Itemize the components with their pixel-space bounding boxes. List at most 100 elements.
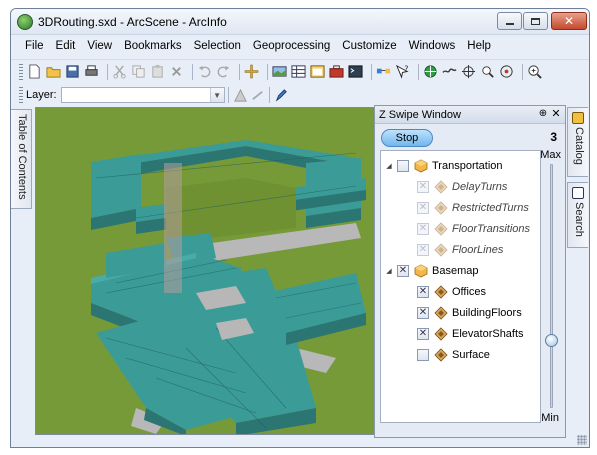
tree-group-row[interactable]: ◢ ✕ Basemap [381,260,540,281]
arcscene-app-icon [17,14,33,30]
table-icon[interactable] [290,63,307,80]
search-tab-label: Search [573,202,585,237]
scene-properties-icon[interactable] [271,63,288,80]
pin-icon[interactable]: ⊕ [537,108,549,120]
menu-view[interactable]: View [81,40,118,52]
layer-symbol-icon [434,179,448,194]
z-slider-thumb[interactable] [545,333,558,347]
menu-windows[interactable]: Windows [403,40,462,52]
tree-layer-row[interactable]: ✕ FloorTransitions [381,218,540,239]
menu-geoprocessing[interactable]: Geoprocessing [247,40,336,52]
menu-help[interactable]: Help [461,40,497,52]
swipe-layer-icon[interactable] [249,87,266,104]
paste-icon[interactable] [149,63,166,80]
layer-toolbar: Layer: ▼ [11,84,589,106]
dropdown-arrow-icon[interactable]: ▼ [209,88,224,102]
layer-label: Surface [452,348,490,361]
maximize-button[interactable] [523,12,548,30]
z-swipe-window: Z Swipe Window ⊕ ✕ Stop 3 Max Min ◢ Trans… [374,105,566,438]
resize-grip[interactable] [577,435,587,445]
effects-icon[interactable] [232,87,249,104]
undo-icon[interactable] [196,63,213,80]
tree-layer-row[interactable]: ✕ Offices [381,281,540,302]
close-window-button[interactable]: ✕ [551,12,587,30]
group-label: Basemap [432,264,479,277]
catalog-tab[interactable]: Catalog [567,107,588,177]
tree-layer-row[interactable]: ✕ FloorLines [381,239,540,260]
add-data-icon[interactable] [243,63,260,80]
print-icon[interactable] [83,63,100,80]
group-checkbox[interactable]: ✕ [397,264,409,277]
minimize-icon [505,22,514,25]
tree-layer-row[interactable]: ✕ DelayTurns [381,176,540,197]
tree-layer-row[interactable]: ✕ BuildingFloors [381,302,540,323]
layer-checkbox[interactable]: ✕ [417,243,429,256]
search-icon [572,187,584,199]
z-swipe-header[interactable]: Z Swipe Window ⊕ ✕ [375,106,565,124]
layer-dropdown[interactable]: ▼ [60,87,225,103]
max-label: Max [540,149,561,161]
scene-canvas[interactable] [36,108,375,435]
fly-icon[interactable] [441,63,458,80]
set-observer-icon[interactable] [498,63,515,80]
toolbar-grip[interactable] [19,63,23,80]
target-center-icon[interactable] [460,63,477,80]
zoom-in-out-icon[interactable] [526,63,543,80]
menu-edit[interactable]: Edit [50,40,82,52]
layer-checkbox[interactable]: ✕ [417,327,429,340]
copy-icon[interactable] [130,63,147,80]
table-of-contents-tab[interactable]: Table of Contents [11,109,32,209]
z-slider-track[interactable] [550,164,553,408]
expand-icon[interactable]: ◢ [384,161,394,171]
menu-bookmarks[interactable]: Bookmarks [118,40,188,52]
z-swipe-title: Z Swipe Window [379,108,461,121]
search-tab[interactable]: Search [567,182,588,248]
catalog-tab-label: Catalog [573,127,585,165]
minimize-button[interactable] [497,12,522,30]
layer-symbol-icon [434,242,448,257]
layer-checkbox[interactable] [417,348,429,361]
whats-this-icon[interactable]: ? [394,63,411,80]
python-icon[interactable] [347,63,364,80]
layer-checkbox[interactable]: ✕ [417,180,429,193]
tree-group-row[interactable]: ◢ Transportation [381,155,540,176]
tree-layer-row[interactable]: Surface [381,344,540,365]
layer-label: Offices [452,285,487,298]
swipe-count: 3 [550,130,557,144]
layer-symbol-icon [434,305,448,320]
redo-icon[interactable] [215,63,232,80]
open-folder-icon[interactable] [45,63,62,80]
group-layer-icon [414,159,428,172]
layer-tree: ◢ Transportation ✕ DelayTurns ✕ RestrictedTur… [380,150,541,423]
menu-file[interactable]: File [19,40,50,52]
new-document-icon[interactable] [26,63,43,80]
menu-selection[interactable]: Selection [188,40,247,52]
group-layer-icon [414,264,428,277]
3d-scene-view[interactable] [35,107,375,435]
layer-toolbar-grip[interactable] [19,87,23,103]
tree-layer-row[interactable]: ✕ RestrictedTurns [381,197,540,218]
title-bar[interactable]: 3DRouting.sxd - ArcScene - ArcInfo ✕ [11,9,589,35]
model-builder-icon[interactable] [375,63,392,80]
svg-text:?: ? [404,65,408,74]
close-swipe-icon[interactable]: ✕ [550,108,562,120]
group-label: Transportation [432,159,503,172]
navigate-icon[interactable] [422,63,439,80]
save-icon[interactable] [64,63,81,80]
layer-checkbox[interactable]: ✕ [417,222,429,235]
layer-label: FloorTransitions [452,222,531,235]
pen-icon[interactable] [273,87,290,104]
layer-checkbox[interactable]: ✕ [417,306,429,319]
layer-checkbox[interactable]: ✕ [417,201,429,214]
delete-icon[interactable] [168,63,185,80]
stop-button[interactable]: Stop [381,129,433,147]
layer-checkbox[interactable]: ✕ [417,285,429,298]
expand-icon[interactable]: ◢ [384,266,394,276]
menu-customize[interactable]: Customize [336,40,402,52]
cut-icon[interactable] [111,63,128,80]
toolbox-icon[interactable] [328,63,345,80]
group-checkbox[interactable] [397,159,409,172]
zoom-to-target-icon[interactable] [479,63,496,80]
tree-layer-row[interactable]: ✕ ElevatorShafts [381,323,540,344]
catalog-window-icon[interactable] [309,63,326,80]
